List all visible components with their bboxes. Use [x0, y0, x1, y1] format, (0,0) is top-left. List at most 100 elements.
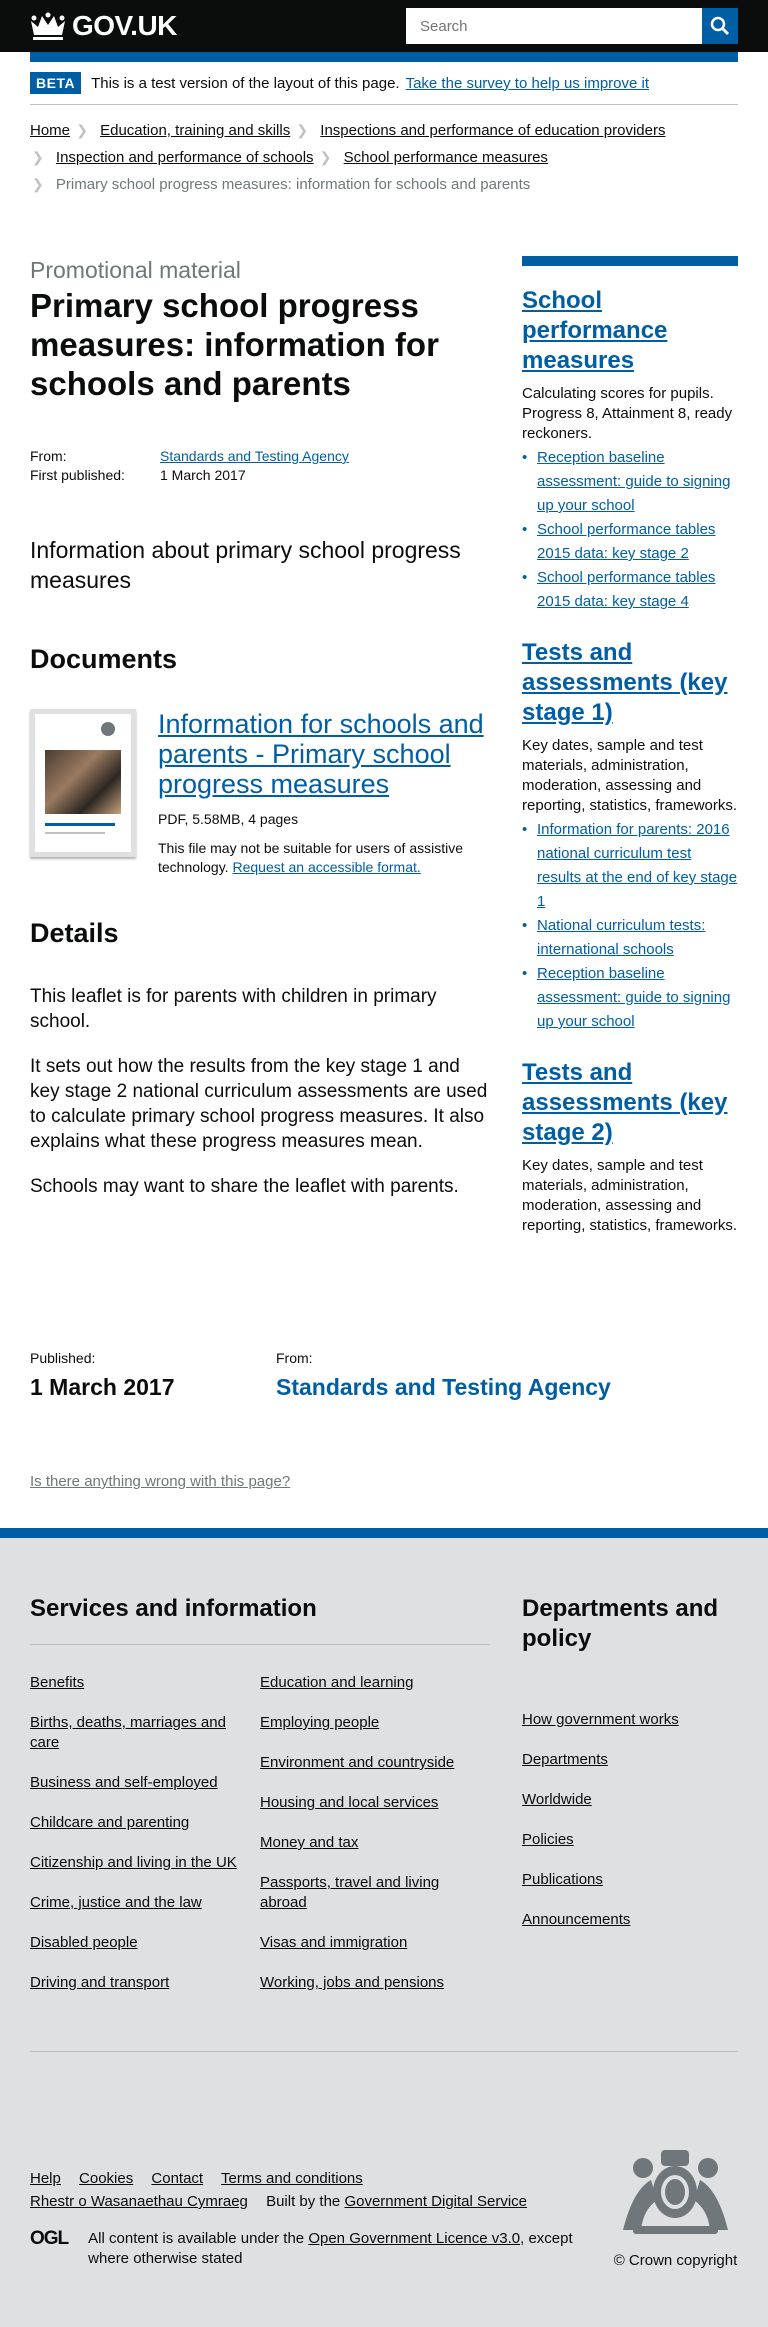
footer-link[interactable]: Crime, justice and the law [30, 1894, 202, 1911]
related-section-desc: Calculating scores for pupils. Progress … [522, 385, 733, 442]
footer-link[interactable]: Passports, travel and living abroad [260, 1874, 439, 1911]
chevron-right-icon: ❯ [32, 149, 44, 165]
footer-link[interactable]: Citizenship and living in the UK [30, 1854, 237, 1871]
details-paragraph: Schools may want to share the leaflet wi… [30, 1176, 459, 1197]
related-link[interactable]: Information for parents: 2016 national c… [537, 821, 737, 910]
services-heading: Services and information [30, 1594, 490, 1645]
thumbnail-title-line [45, 823, 115, 826]
related-section-desc: Key dates, sample and test materials, ad… [522, 737, 738, 814]
related-link[interactable]: School performance tables 2015 data: key… [537, 569, 715, 610]
list-item: Childcare and parenting [30, 1813, 260, 1833]
footer-link[interactable]: Births, deaths, marriages and care [30, 1714, 226, 1751]
details-body: This leaflet is for parents with childre… [30, 984, 490, 1199]
related-section-title-link[interactable]: Tests and assessments (key stage 2) [522, 1059, 727, 1146]
footer-link[interactable]: Childcare and parenting [30, 1814, 189, 1831]
document-format: Promotional material [30, 257, 241, 283]
search-button[interactable] [702, 8, 738, 44]
attachment: Information for schools and parents - Pr… [30, 709, 490, 877]
built-by-text: Built by the [266, 2193, 341, 2210]
footer-link[interactable]: Working, jobs and pensions [260, 1974, 444, 1991]
related-section-title-link[interactable]: Tests and assessments (key stage 1) [522, 639, 727, 726]
search-form [406, 8, 738, 44]
crown-icon [31, 12, 65, 40]
related-link[interactable]: Reception baseline assessment: guide to … [537, 965, 730, 1030]
chevron-right-icon: ❯ [76, 122, 88, 138]
list-item: Policies [522, 1830, 738, 1850]
search-icon [710, 16, 730, 36]
related-section-desc: Key dates, sample and test materials, ad… [522, 1157, 738, 1234]
footer-link[interactable]: Environment and countryside [260, 1754, 454, 1771]
report-problem-link[interactable]: Is there anything wrong with this page? [30, 1473, 290, 1490]
list-item: How government works [522, 1710, 738, 1730]
ogl-logo-icon: OGL [30, 2228, 69, 2249]
gds-link[interactable]: Government Digital Service [344, 2193, 527, 2210]
footer-link[interactable]: Benefits [30, 1674, 84, 1691]
header-blue-bar [30, 52, 738, 62]
from-link[interactable]: Standards and Testing Agency [160, 447, 349, 466]
related-section-title-link[interactable]: School performance measures [522, 287, 667, 374]
attachment-title-link[interactable]: Information for schools and parents - Pr… [158, 709, 490, 799]
list-item: Education and learning [260, 1673, 490, 1693]
list-item: School performance tables 2015 data: key… [522, 566, 738, 614]
footer-link[interactable]: Departments [522, 1751, 608, 1768]
related-link[interactable]: National curriculum tests: international… [537, 917, 705, 958]
services-list-2: Education and learning Employing people … [260, 1673, 490, 2013]
chevron-right-icon: ❯ [32, 176, 44, 192]
breadcrumb-inspections[interactable]: Inspections and performance of education… [320, 122, 665, 139]
lede: Information about primary school progres… [30, 537, 461, 593]
govuk-logo-link[interactable]: GOV.UK [30, 10, 177, 42]
footer-link[interactable]: Visas and immigration [260, 1934, 407, 1951]
footer-link[interactable]: Publications [522, 1871, 603, 1888]
list-item: Business and self-employed [30, 1773, 260, 1793]
crest-icon [101, 722, 115, 736]
help-link[interactable]: Help [30, 2170, 61, 2187]
related-link[interactable]: School performance tables 2015 data: key… [537, 521, 715, 562]
request-accessible-format-link[interactable]: Request an accessible format. [232, 859, 420, 875]
breadcrumb-home[interactable]: Home [30, 122, 70, 139]
details-paragraph: This leaflet is for parents with childre… [30, 986, 437, 1032]
footer-link[interactable]: Money and tax [260, 1834, 358, 1851]
footer-link[interactable]: Education and learning [260, 1674, 413, 1691]
breadcrumb-performance-measures[interactable]: School performance measures [344, 149, 548, 166]
copyright-text: © Crown copyright [613, 2252, 738, 2269]
licence-link[interactable]: Open Government Licence v3.0 [308, 2230, 520, 2247]
metadata: From: Standards and Testing Agency First… [30, 447, 490, 485]
terms-link[interactable]: Terms and conditions [221, 2170, 363, 2187]
cookies-link[interactable]: Cookies [79, 2170, 133, 2187]
breadcrumb-education[interactable]: Education, training and skills [100, 122, 290, 139]
footer-link[interactable]: Policies [522, 1831, 574, 1848]
licence-pre: All content is available under the [88, 2230, 305, 2247]
footer-link[interactable]: Announcements [522, 1911, 630, 1928]
footer-link[interactable]: Business and self-employed [30, 1774, 218, 1791]
list-item: Births, deaths, marriages and care [30, 1713, 260, 1753]
details-paragraph: It sets out how the results from the key… [30, 1056, 488, 1152]
footer-link[interactable]: Housing and local services [260, 1794, 438, 1811]
from-organisation-link[interactable]: Standards and Testing Agency [276, 1374, 611, 1400]
footer-link[interactable]: Disabled people [30, 1934, 138, 1951]
breadcrumb-inspection-schools[interactable]: Inspection and performance of schools [56, 149, 314, 166]
related-section: Tests and assessments (key stage 2) Key … [522, 1058, 738, 1236]
footer-link[interactable]: Driving and transport [30, 1974, 169, 1991]
footer-link[interactable]: How government works [522, 1711, 679, 1728]
global-header: GOV.UK [0, 0, 768, 52]
search-input[interactable] [406, 8, 702, 44]
related-link[interactable]: Reception baseline assessment: guide to … [537, 449, 730, 514]
survey-link[interactable]: Take the survey to help us improve it [406, 75, 649, 92]
welsh-services-link[interactable]: Rhestr o Wasanaethau Cymraeg [30, 2193, 248, 2210]
footer-link[interactable]: Employing people [260, 1714, 379, 1731]
list-item: Working, jobs and pensions [260, 1973, 490, 1993]
footer-link[interactable]: Worldwide [522, 1791, 592, 1808]
copyright: © Crown copyright [613, 2140, 738, 2269]
related-section: Tests and assessments (key stage 1) Key … [522, 638, 738, 1034]
attachment-meta: PDF, 5.58MB, 4 pages [158, 811, 299, 827]
list-item: Reception baseline assessment: guide to … [522, 446, 738, 518]
contact-link[interactable]: Contact [151, 2170, 203, 2187]
first-published-value: 1 March 2017 [160, 467, 246, 483]
list-item: Announcements [522, 1910, 738, 1930]
list-item: Driving and transport [30, 1973, 260, 1993]
phase-banner: BETA This is a test version of the layou… [30, 62, 738, 105]
attachment-thumbnail[interactable] [30, 709, 136, 857]
list-item: Environment and countryside [260, 1753, 490, 1773]
list-item: Departments [522, 1750, 738, 1770]
list-item: Publications [522, 1870, 738, 1890]
